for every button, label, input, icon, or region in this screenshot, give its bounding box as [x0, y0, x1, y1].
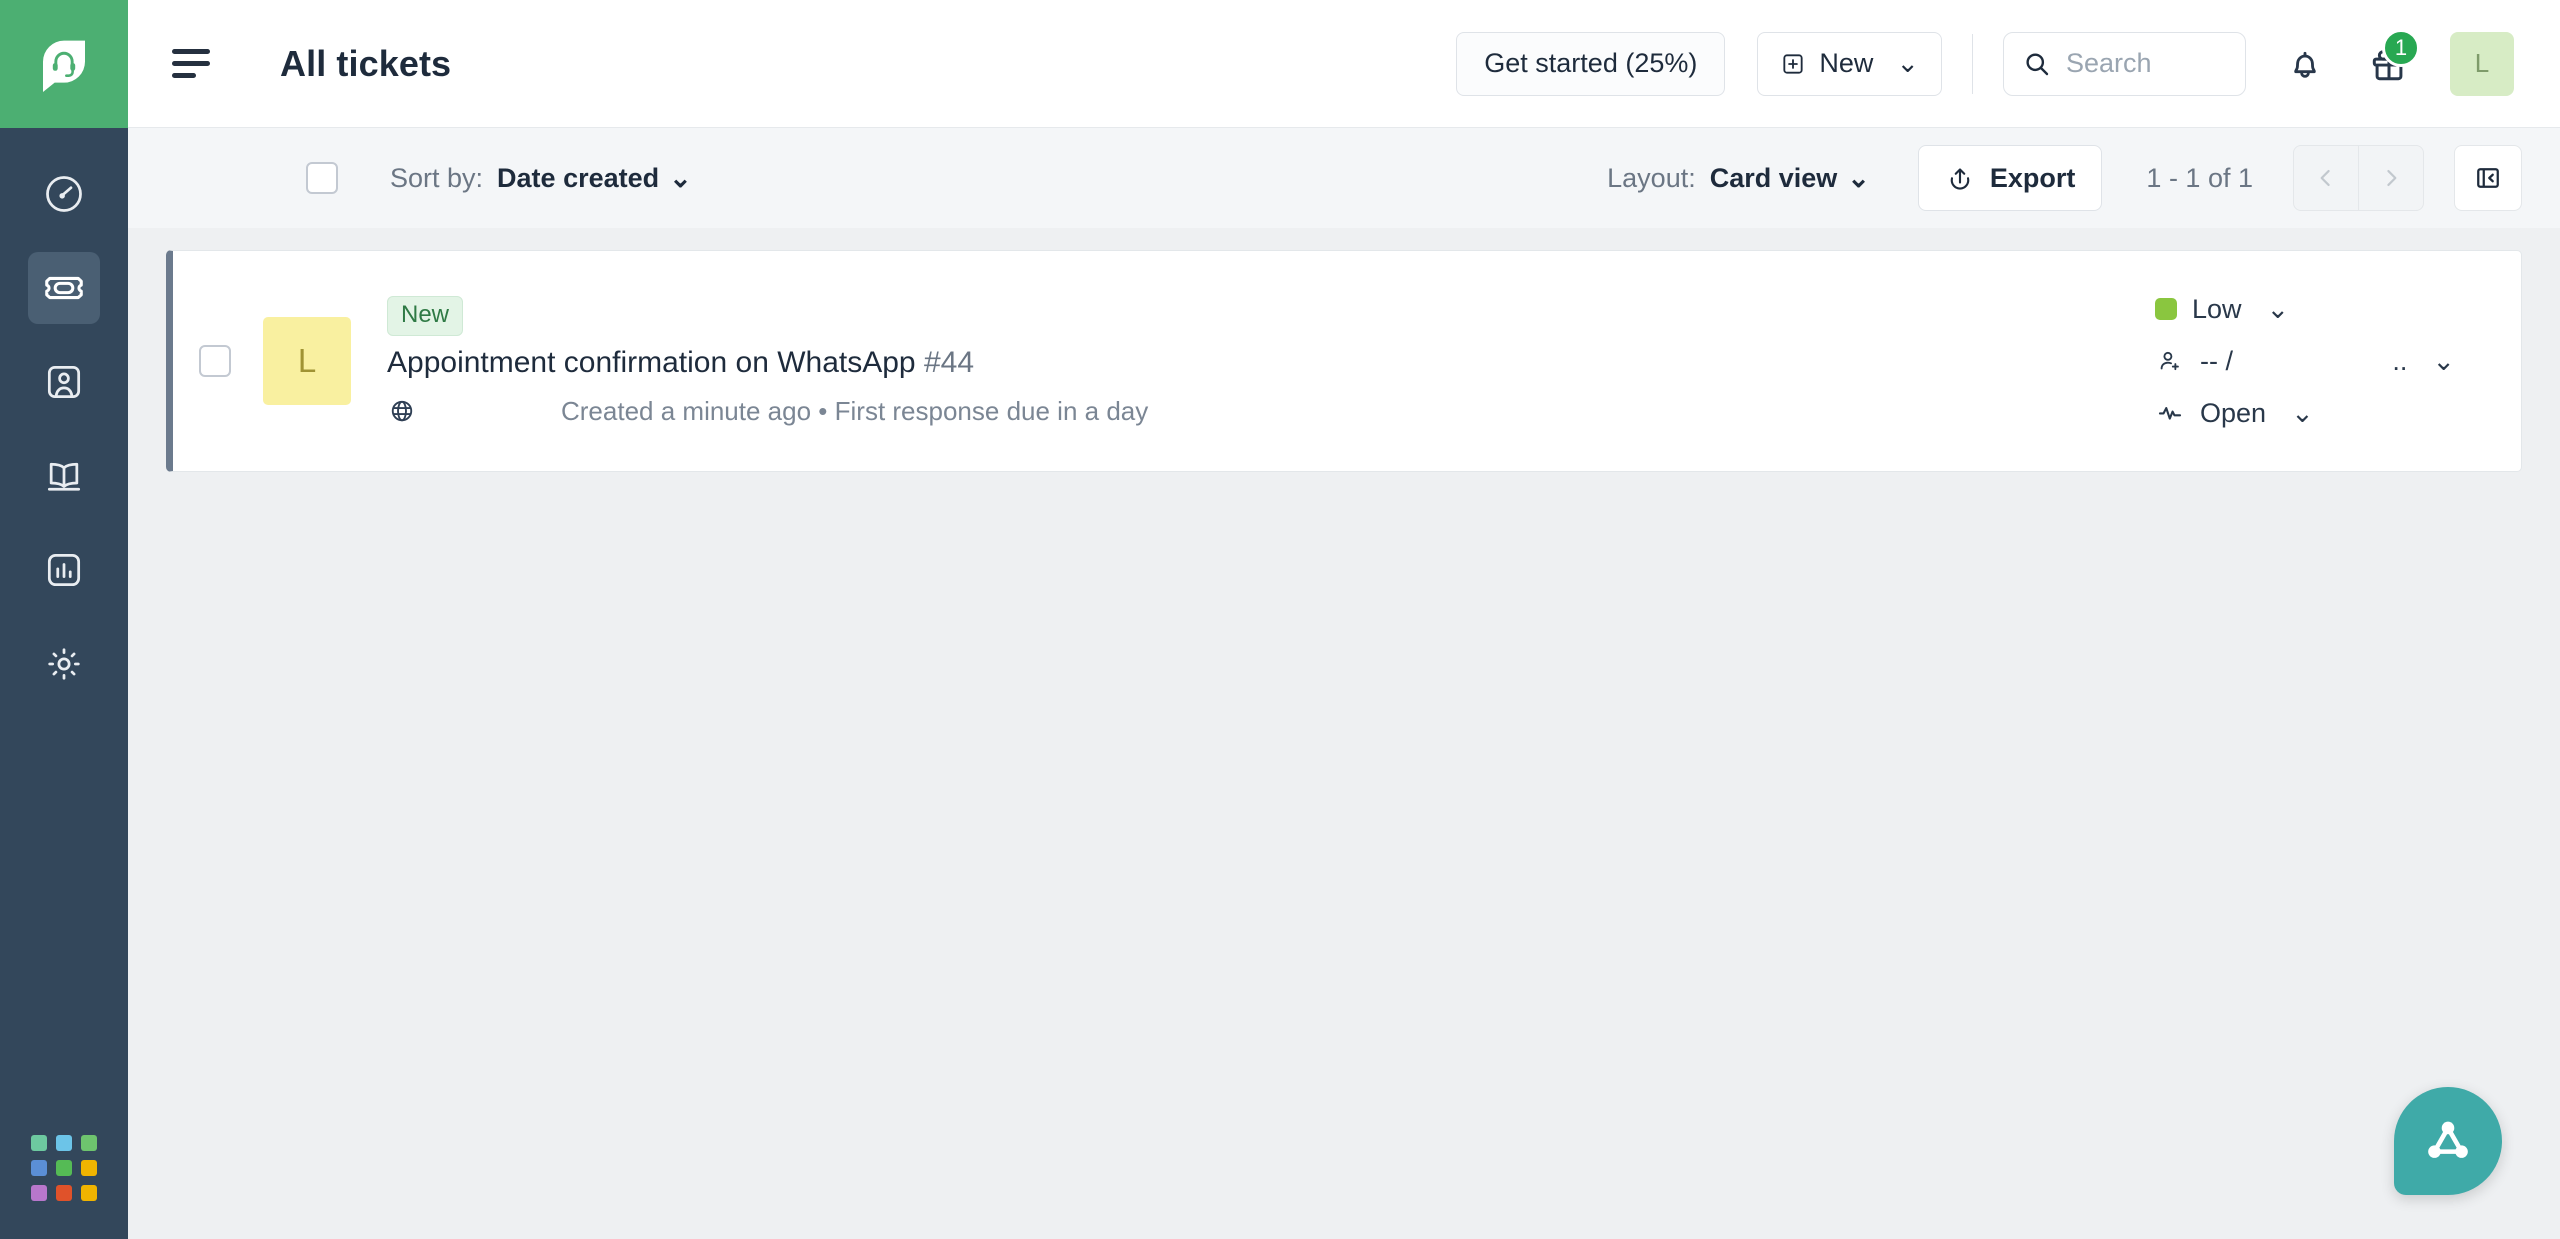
chevron-down-icon: ⌄ — [2432, 345, 2455, 376]
freddy-ai-icon — [2428, 1121, 2468, 1158]
add-agent-icon — [2155, 347, 2185, 375]
chevron-down-icon: ⌄ — [1847, 162, 1870, 193]
chevron-right-icon — [2387, 169, 2397, 187]
search-icon — [2026, 52, 2049, 75]
ticket-meta: Created a minute ago • First response du… — [387, 396, 2155, 427]
priority-value: Low — [2192, 293, 2242, 324]
ticket-created: Created a minute ago — [561, 395, 812, 426]
reports-icon — [47, 553, 81, 587]
select-all-checkbox[interactable] — [306, 162, 338, 194]
collapse-panel-icon — [2477, 168, 2499, 188]
knowledge-base-icon — [47, 462, 81, 491]
header-actions: Get started (25%) New ⌄ Search 1 L — [1456, 27, 2514, 101]
header-divider — [1972, 33, 1973, 94]
ticket-icon — [45, 276, 83, 300]
status-control[interactable]: Open ⌄ — [2155, 398, 2455, 429]
hamburger-menu-icon[interactable] — [166, 36, 222, 92]
gifts-badge: 1 — [2382, 28, 2420, 67]
new-button[interactable]: New ⌄ — [1757, 31, 1942, 96]
priority-dot-icon — [2155, 298, 2177, 320]
ticket-card[interactable]: L New Appointment confirmation on WhatsA… — [166, 250, 2522, 472]
sidebar-item-dashboard[interactable] — [28, 158, 100, 230]
dashboard-icon — [46, 176, 82, 212]
left-sidebar — [0, 0, 128, 1239]
ticket-properties: Low ⌄ -- / .. ⌄ Open ⌄ — [2155, 294, 2455, 429]
agent-group-control[interactable]: -- / .. ⌄ — [2155, 346, 2455, 377]
globe-icon — [387, 396, 421, 426]
main-column: All tickets Get started (25%) New ⌄ Sear… — [128, 0, 2560, 1239]
top-header: All tickets Get started (25%) New ⌄ Sear… — [128, 0, 2560, 128]
chevron-down-icon: ⌄ — [2266, 293, 2290, 324]
sidebar-item-solutions[interactable] — [28, 440, 100, 512]
sort-label: Sort by: — [390, 162, 484, 193]
layout-value[interactable]: Card view ⌄ — [1710, 163, 1870, 194]
ticket-subject-text: Appointment confirmation on WhatsApp — [387, 345, 916, 379]
ticket-sla: First response due in a day — [834, 395, 1149, 426]
sort-control: Sort by: Date created ⌄ — [390, 163, 692, 194]
export-label: Export — [1989, 162, 2076, 193]
status-value: Open — [2200, 397, 2267, 428]
notifications-button[interactable] — [2268, 27, 2342, 101]
status-badge: New — [387, 295, 464, 336]
layout-label: Layout: — [1607, 162, 1696, 193]
brand-logo[interactable] — [0, 0, 128, 128]
sidebar-item-admin[interactable] — [28, 628, 100, 700]
sidebar-item-tickets[interactable] — [28, 252, 100, 324]
layout-control: Layout: Card view ⌄ — [1607, 163, 1870, 194]
page-title: All tickets — [280, 42, 452, 84]
new-button-label: New — [1819, 48, 1874, 78]
group-value: .. — [2392, 345, 2408, 376]
search-placeholder: Search — [2066, 48, 2152, 78]
export-icon — [1950, 168, 1970, 190]
sort-value[interactable]: Date created ⌄ — [497, 163, 692, 194]
ticket-requester-avatar: L — [263, 317, 351, 405]
ticket-meta-text: Created a minute ago • First response du… — [561, 396, 1148, 427]
chevron-down-icon: ⌄ — [1896, 48, 1919, 78]
ticket-select-checkbox[interactable] — [199, 345, 231, 377]
ticket-number: #44 — [923, 345, 975, 379]
priority-control[interactable]: Low ⌄ — [2155, 294, 2455, 325]
next-page-button[interactable] — [2359, 146, 2423, 210]
sidebar-item-contacts[interactable] — [28, 346, 100, 418]
pagination-count: 1 - 1 of 1 — [2146, 162, 2253, 193]
toolbar-right: Layout: Card view ⌄ Export 1 - 1 of 1 — [1607, 145, 2522, 211]
prev-page-button[interactable] — [2294, 146, 2358, 210]
ticket-list: L New Appointment confirmation on WhatsA… — [128, 228, 2560, 1239]
agent-value: -- / — [2200, 345, 2233, 376]
activity-icon — [2155, 399, 2185, 427]
list-toolbar: Sort by: Date created ⌄ Layout: Card view… — [128, 128, 2560, 228]
plus-square-icon — [1783, 53, 1803, 74]
get-started-button[interactable]: Get started (25%) — [1456, 31, 1726, 96]
freddy-ai-button[interactable] — [2394, 1087, 2502, 1195]
avatar[interactable]: L — [2450, 31, 2514, 96]
sidebar-items — [28, 158, 100, 700]
bell-icon — [2294, 51, 2316, 78]
ticket-body: New Appointment confirmation on WhatsApp… — [387, 295, 2155, 427]
pagination-controls — [2293, 145, 2424, 211]
ticket-subject[interactable]: Appointment confirmation on WhatsApp #44 — [387, 346, 2155, 380]
export-button[interactable]: Export — [1917, 145, 2103, 211]
sidebar-item-analytics[interactable] — [28, 534, 100, 606]
gifts-button[interactable]: 1 — [2352, 27, 2426, 101]
collapse-panel-button[interactable] — [2454, 145, 2522, 211]
chevron-left-icon — [2320, 169, 2330, 187]
apps-grid-icon[interactable] — [31, 1135, 97, 1201]
app-root: All tickets Get started (25%) New ⌄ Sear… — [0, 0, 2560, 1239]
chevron-down-icon: ⌄ — [669, 162, 692, 193]
chevron-down-icon: ⌄ — [2291, 397, 2314, 428]
gear-icon — [48, 648, 80, 680]
headset-logo-icon — [43, 40, 85, 92]
contacts-icon — [47, 365, 81, 399]
search-input[interactable]: Search — [2003, 31, 2246, 96]
meta-separator: • — [818, 395, 828, 426]
